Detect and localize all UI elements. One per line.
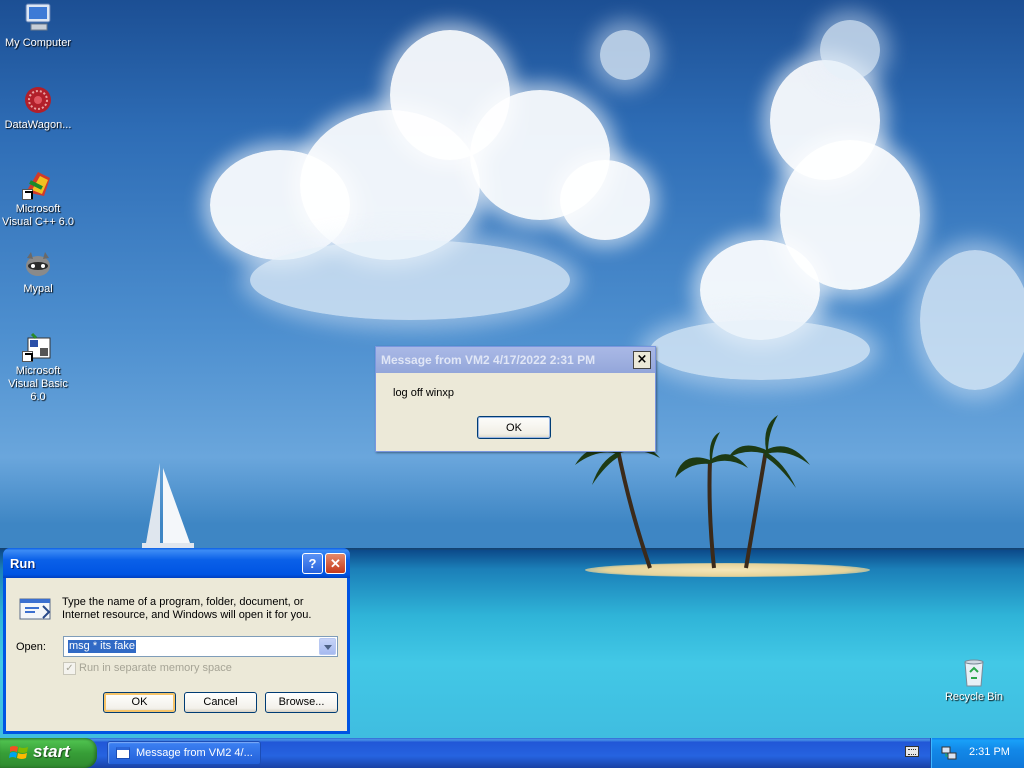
my-computer-icon <box>22 2 54 34</box>
open-combobox[interactable]: msg * its fake <box>63 636 338 657</box>
run-cancel-button[interactable]: Cancel <box>184 692 257 713</box>
run-dialog-help-button[interactable]: ? <box>302 553 323 574</box>
run-dialog: Run ? ✕ Type the name of a program, fold… <box>3 548 350 734</box>
desktop-icon-label: Mypal <box>23 283 53 295</box>
keyboard-icon[interactable] <box>905 746 919 757</box>
shortcut-arrow-icon <box>22 351 33 362</box>
run-icon <box>19 596 53 625</box>
cloud <box>560 160 650 240</box>
run-ok-button[interactable]: OK <box>103 692 176 713</box>
open-label: Open: <box>16 641 46 653</box>
message-dialog-close-button[interactable]: × <box>633 351 651 369</box>
run-dialog-close-button[interactable]: ✕ <box>325 553 346 574</box>
open-input-value[interactable]: msg * its fake <box>68 640 137 653</box>
desktop-icon-label: Microsoft Visual C++ 6.0 <box>2 203 74 228</box>
cloud <box>250 240 570 320</box>
run-browse-button[interactable]: Browse... <box>265 692 338 713</box>
taskbar-button-label: Message from VM2 4/... <box>136 747 253 759</box>
visual-cpp-icon <box>22 168 54 200</box>
recycle-bin-icon <box>958 656 990 688</box>
taskbar-button-message[interactable]: Message from VM2 4/... <box>107 741 261 765</box>
message-dialog: Message from VM2 4/17/2022 2:31 PM × log… <box>375 346 656 452</box>
start-label: start <box>33 742 70 761</box>
mypal-icon <box>22 248 54 280</box>
separate-memory-checkbox[interactable]: ✓ <box>63 662 76 675</box>
datawagon-icon <box>22 84 54 116</box>
shortcut-arrow-icon <box>22 189 33 200</box>
start-button[interactable]: start <box>0 738 97 768</box>
message-dialog-text: log off winxp <box>393 387 454 399</box>
desktop-icon-mypal[interactable]: Mypal <box>0 248 76 296</box>
chevron-down-icon[interactable] <box>319 638 336 655</box>
system-tray: 2:31 PM <box>930 738 1024 768</box>
desktop-icon-visual-basic[interactable]: Microsoft Visual Basic 6.0 <box>0 330 76 404</box>
sailboat <box>142 463 194 549</box>
taskbar: start Message from VM2 4/... 2:31 PM <box>0 738 1024 768</box>
desktop-icon-label: My Computer <box>4 37 72 49</box>
message-dialog-ok-button[interactable]: OK <box>477 416 551 439</box>
message-dialog-titlebar[interactable]: Message from VM2 4/17/2022 2:31 PM × <box>376 347 655 373</box>
desktop-icon-recycle-bin[interactable]: Recycle Bin <box>936 656 1012 704</box>
clock[interactable]: 2:31 PM <box>969 746 1010 758</box>
cloud <box>820 20 880 80</box>
visual-basic-icon <box>22 330 54 362</box>
run-dialog-body: Type the name of a program, folder, docu… <box>6 578 347 731</box>
network-icon[interactable] <box>941 746 957 763</box>
cloud <box>920 250 1024 390</box>
desktop-icon-label: Recycle Bin <box>944 691 1004 703</box>
desktop-icon-visual-cpp[interactable]: Microsoft Visual C++ 6.0 <box>0 168 76 229</box>
message-dialog-title: Message from VM2 4/17/2022 2:31 PM <box>381 353 596 367</box>
cloud <box>650 320 870 380</box>
cloud <box>600 30 650 80</box>
desktop-icon-datawagon[interactable]: DataWagon... <box>0 84 76 132</box>
windows-flag-icon <box>9 744 29 765</box>
run-dialog-titlebar[interactable]: Run ? ✕ <box>3 548 350 578</box>
run-dialog-description: Type the name of a program, folder, docu… <box>62 596 312 621</box>
desktop-icon-label: DataWagon... <box>4 119 72 131</box>
run-dialog-title: Run <box>10 556 36 571</box>
desktop-icon-my-computer[interactable]: My Computer <box>0 2 76 50</box>
desktop-icon-label: Microsoft Visual Basic 6.0 <box>8 365 68 403</box>
window-icon <box>116 747 130 759</box>
separate-memory-label: Run in separate memory space <box>79 662 232 674</box>
